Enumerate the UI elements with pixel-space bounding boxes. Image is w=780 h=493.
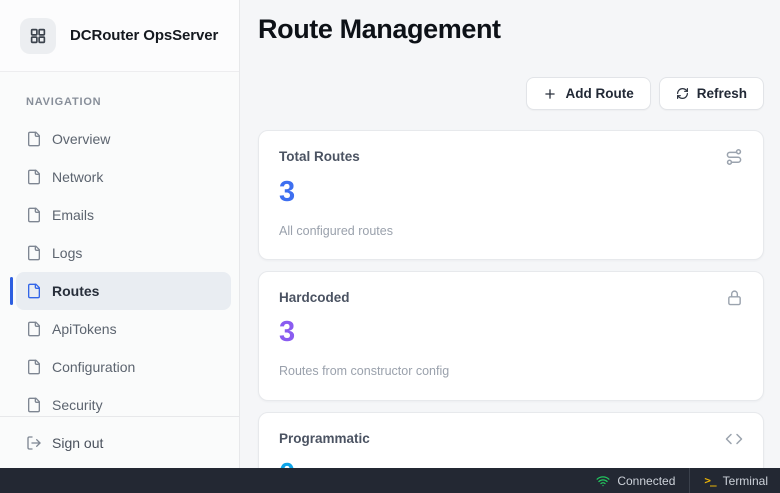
code-icon: [725, 430, 743, 448]
refresh-button[interactable]: Refresh: [659, 77, 764, 110]
sidebar-item-label: Security: [52, 397, 103, 413]
file-icon: [26, 131, 42, 147]
connection-status-label: Connected: [617, 474, 675, 488]
sidebar-item-label: ApiTokens: [52, 321, 117, 337]
card-title: Total Routes: [279, 149, 360, 164]
card-value: 3: [279, 318, 743, 347]
sidebar-item-label: Network: [52, 169, 103, 185]
navigation-section-label: NAVIGATION: [26, 96, 239, 108]
file-icon: [26, 359, 42, 375]
sidebar-item-logs[interactable]: Logs: [16, 234, 231, 272]
page-title: Route Management: [258, 14, 764, 45]
refresh-label: Refresh: [697, 86, 747, 101]
card-subtitle: All configured routes: [279, 224, 743, 238]
file-icon: [26, 283, 42, 299]
sidebar-footer: Sign out: [0, 416, 239, 468]
sidebar-item-apitokens[interactable]: ApiTokens: [16, 310, 231, 348]
sidebar-header: DCRouter OpsServer: [0, 0, 239, 72]
sidebar-nav: NAVIGATION Overview Network Emails Logs …: [0, 72, 239, 416]
sidebar-item-overview[interactable]: Overview: [16, 120, 231, 158]
toolbar: Add Route Refresh: [258, 77, 764, 110]
card-total-routes: Total Routes 3 All configured routes: [258, 130, 764, 260]
sidebar-item-network[interactable]: Network: [16, 158, 231, 196]
file-icon: [26, 321, 42, 337]
card-title: Hardcoded: [279, 290, 350, 305]
card-programmatic: Programmatic 0: [258, 412, 764, 468]
app-logo: [20, 18, 56, 54]
lock-icon: [726, 289, 743, 306]
grid-icon: [29, 27, 47, 45]
add-route-label: Add Route: [565, 86, 633, 101]
sidebar-item-label: Logs: [52, 245, 82, 261]
sidebar-item-label: Routes: [52, 283, 99, 299]
file-icon: [26, 207, 42, 223]
sidebar-item-label: Emails: [52, 207, 94, 223]
sidebar-item-configuration[interactable]: Configuration: [16, 348, 231, 386]
app-title: DCRouter OpsServer: [70, 27, 218, 44]
add-route-button[interactable]: Add Route: [526, 77, 650, 110]
sidebar-item-security[interactable]: Security: [16, 386, 231, 416]
card-value: 0: [279, 460, 743, 468]
card-title: Programmatic: [279, 431, 370, 446]
refresh-icon: [676, 87, 689, 100]
sign-out-button[interactable]: Sign out: [16, 424, 231, 462]
terminal-button[interactable]: >_ Terminal: [690, 468, 780, 493]
connection-status: Connected: [582, 468, 689, 493]
stat-cards: Total Routes 3 All configured routes Har…: [258, 130, 764, 468]
sidebar: DCRouter OpsServer NAVIGATION Overview N…: [0, 0, 240, 468]
file-icon: [26, 169, 42, 185]
sidebar-item-label: Overview: [52, 131, 110, 147]
sidebar-item-routes[interactable]: Routes: [16, 272, 231, 310]
card-subtitle: Routes from constructor config: [279, 364, 743, 378]
terminal-icon: >_: [704, 474, 715, 487]
plus-icon: [543, 87, 557, 101]
file-icon: [26, 397, 42, 413]
sign-out-label: Sign out: [52, 435, 103, 451]
file-icon: [26, 245, 42, 261]
card-value: 3: [279, 178, 743, 207]
sidebar-item-label: Configuration: [52, 359, 135, 375]
route-icon: [725, 148, 743, 166]
wifi-icon: [596, 474, 610, 488]
status-bar: Connected >_ Terminal: [0, 468, 780, 493]
log-out-icon: [26, 435, 42, 451]
card-hardcoded: Hardcoded 3 Routes from constructor conf…: [258, 271, 764, 401]
main-content: Route Management Add Route Refresh Total…: [241, 0, 780, 468]
terminal-label: Terminal: [723, 474, 768, 488]
sidebar-item-emails[interactable]: Emails: [16, 196, 231, 234]
